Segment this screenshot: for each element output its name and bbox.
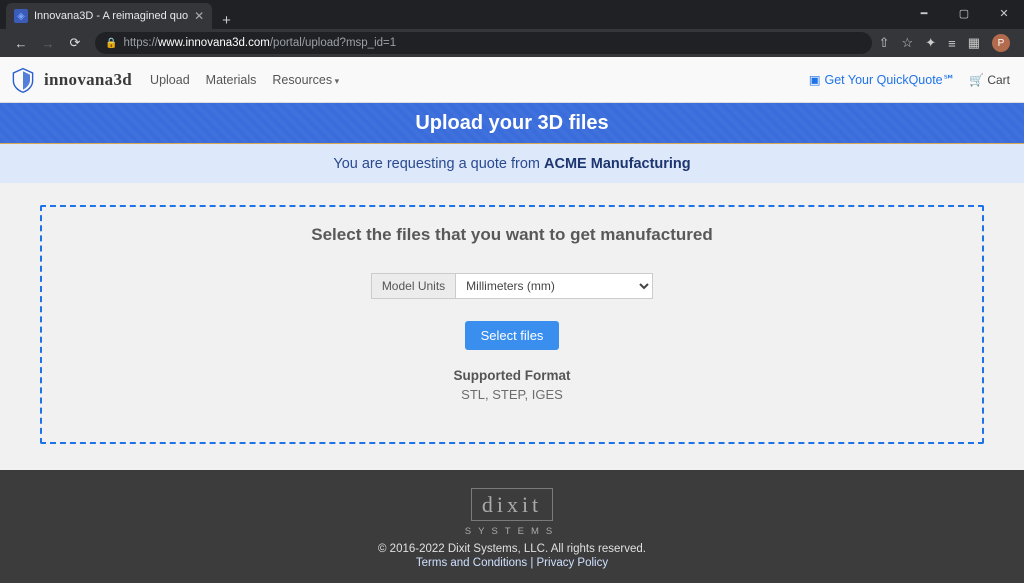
nav-resources[interactable]: Resources <box>272 73 339 87</box>
main-nav: Upload Materials Resources <box>150 73 339 87</box>
quickquote-link[interactable]: ▣ Get Your QuickQuote℠ <box>809 72 956 87</box>
url-prefix: https:// <box>123 37 158 49</box>
footer-logo-main: dixit <box>482 492 542 518</box>
select-files-button[interactable]: Select files <box>465 321 560 350</box>
supported-formats: STL, STEP, IGES <box>42 387 982 402</box>
profile-avatar[interactable]: P <box>992 34 1010 52</box>
extension-icon[interactable]: ✦ <box>925 35 936 51</box>
banner-prefix: You are requesting a quote from <box>333 156 544 172</box>
browser-toolbar: ← → ⟳ 🔒 https://www.innovana3d.com/porta… <box>0 29 1024 57</box>
cart-link[interactable]: 🛒 Cart <box>969 73 1010 87</box>
hero-title: Upload your 3D files <box>415 112 608 135</box>
url: https://www.innovana3d.com/portal/upload… <box>123 37 396 49</box>
cart-label: Cart <box>987 73 1010 87</box>
back-button[interactable]: ← <box>8 30 34 56</box>
url-host: www.innovana3d.com <box>158 37 270 49</box>
banner-company: ACME Manufacturing <box>544 156 691 172</box>
footer-links: Terms and Conditions | Privacy Policy <box>0 557 1024 569</box>
footer: dixit SYSTEMS © 2016-2022 Dixit Systems,… <box>0 470 1024 583</box>
app-header: innovana3d Upload Materials Resources ▣ … <box>0 57 1024 103</box>
terms-link[interactable]: Terms and Conditions <box>416 557 527 569</box>
model-units-row: Model Units Millimeters (mm) <box>371 273 653 299</box>
nav-upload[interactable]: Upload <box>150 73 190 87</box>
quote-banner: You are requesting a quote from ACME Man… <box>0 143 1024 183</box>
brand-name: innovana3d <box>44 70 132 90</box>
header-right: ▣ Get Your QuickQuote℠ 🛒 Cart <box>809 72 1010 87</box>
minimize-button[interactable]: ━ <box>904 0 944 26</box>
browser-tab[interactable]: Innovana3D - A reimagined quo ✕ <box>6 3 212 29</box>
maximize-button[interactable]: ▢ <box>944 0 984 26</box>
lightning-icon: ▣ <box>809 72 821 87</box>
close-window-button[interactable]: ✕ <box>984 0 1024 26</box>
tab-strip: Innovana3D - A reimagined quo ✕ + <box>0 0 1024 29</box>
footer-logo-sub: SYSTEMS <box>0 526 1024 537</box>
lock-icon: 🔒 <box>105 38 117 49</box>
share-icon[interactable]: ⇧ <box>879 35 890 51</box>
copyright: © 2016-2022 Dixit Systems, LLC. All righ… <box>0 543 1024 555</box>
upload-dropzone[interactable]: Select the files that you want to get ma… <box>40 205 984 444</box>
favicon-icon <box>14 9 28 23</box>
window-controls: ━ ▢ ✕ <box>904 0 1024 26</box>
model-units-select[interactable]: Millimeters (mm) <box>455 273 653 299</box>
footer-sep: | <box>527 557 536 569</box>
extension2-icon[interactable]: ≡ <box>948 36 956 51</box>
content: Select the files that you want to get ma… <box>0 183 1024 444</box>
hero-banner: Upload your 3D files <box>0 103 1024 143</box>
cart-icon: 🛒 <box>969 73 984 87</box>
model-units-label: Model Units <box>371 273 455 299</box>
extension3-icon[interactable]: ▦ <box>968 35 980 51</box>
browser-chrome: ━ ▢ ✕ Innovana3D - A reimagined quo ✕ + … <box>0 0 1024 57</box>
chrome-right: ⇧ ☆ ✦ ≡ ▦ P <box>879 34 1016 52</box>
dropzone-heading: Select the files that you want to get ma… <box>42 225 982 245</box>
privacy-link[interactable]: Privacy Policy <box>537 557 609 569</box>
bookmark-icon[interactable]: ☆ <box>902 35 914 51</box>
address-bar[interactable]: 🔒 https://www.innovana3d.com/portal/uplo… <box>95 32 872 54</box>
shield-icon <box>8 65 38 95</box>
footer-logo: dixit <box>471 488 553 521</box>
forward-button[interactable]: → <box>35 30 61 56</box>
quickquote-label: Get Your QuickQuote℠ <box>825 72 956 87</box>
nav-materials[interactable]: Materials <box>206 73 257 87</box>
url-path: /portal/upload?msp_id=1 <box>270 37 396 49</box>
supported-heading: Supported Format <box>42 368 982 383</box>
close-tab-icon[interactable]: ✕ <box>194 9 204 23</box>
logo[interactable]: innovana3d <box>8 65 132 95</box>
tab-title: Innovana3D - A reimagined quo <box>34 10 188 22</box>
new-tab-button[interactable]: + <box>212 12 241 29</box>
reload-button[interactable]: ⟳ <box>62 30 88 56</box>
